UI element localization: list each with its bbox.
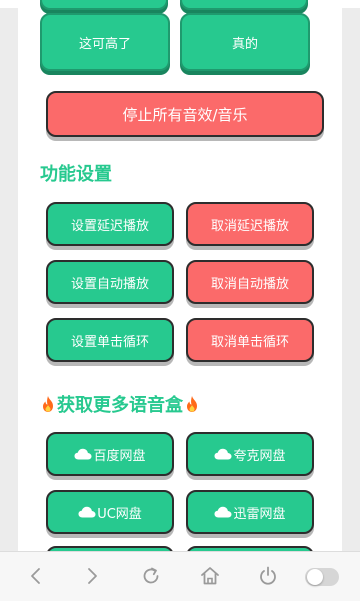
sound-button-zhe-ke-gao-le[interactable]: 这可高了 bbox=[40, 13, 170, 71]
sound-button-label: 这可高了 bbox=[78, 36, 131, 52]
baidu-netdisk-button[interactable]: 百度网盘 bbox=[46, 432, 174, 476]
content-card: 这可高了 真的 停止所有音效/音乐 功能设置 设置延迟播放 取消延迟播放 设置自… bbox=[18, 0, 342, 551]
flame-icon bbox=[43, 396, 53, 412]
sound-button-label: 真的 bbox=[231, 36, 258, 52]
section-title-more-voice-boxes: 获取更多语音盒 bbox=[40, 391, 200, 417]
set-auto-play-button[interactable]: 设置自动播放 bbox=[46, 260, 174, 304]
xunlei-netdisk-button[interactable]: 迅雷网盘 bbox=[186, 490, 314, 534]
forward-icon[interactable] bbox=[80, 564, 104, 588]
cloud-icon bbox=[214, 506, 232, 518]
flame-icon bbox=[187, 396, 197, 412]
stop-all-label: 停止所有音效/音乐 bbox=[122, 105, 248, 124]
cancel-auto-play-button[interactable]: 取消自动播放 bbox=[186, 260, 314, 304]
stop-all-button[interactable]: 停止所有音效/音乐 bbox=[46, 91, 324, 137]
refresh-icon[interactable] bbox=[139, 564, 163, 588]
cloud-icon bbox=[74, 448, 92, 460]
cut-off-button-right[interactable] bbox=[180, 0, 308, 10]
browser-nav-bar bbox=[0, 551, 360, 601]
home-icon[interactable] bbox=[198, 564, 222, 588]
sound-button-zhen-de[interactable]: 真的 bbox=[180, 13, 310, 71]
cloud-icon bbox=[214, 448, 232, 460]
cancel-delay-play-button[interactable]: 取消延迟播放 bbox=[186, 202, 314, 246]
cancel-click-loop-button[interactable]: 取消单击循环 bbox=[186, 318, 314, 362]
set-click-loop-button[interactable]: 设置单击循环 bbox=[46, 318, 174, 362]
set-delay-play-button[interactable]: 设置延迟播放 bbox=[46, 202, 174, 246]
section-title-function-settings: 功能设置 bbox=[40, 164, 112, 185]
uc-netdisk-button[interactable]: UC网盘 bbox=[46, 490, 174, 534]
back-icon[interactable] bbox=[24, 564, 48, 588]
toggle-switch[interactable] bbox=[305, 568, 339, 586]
quark-netdisk-button[interactable]: 夸克网盘 bbox=[186, 432, 314, 476]
cloud-icon bbox=[78, 506, 96, 518]
toggle-knob bbox=[307, 569, 323, 585]
power-icon[interactable] bbox=[256, 564, 280, 588]
cut-off-button-left[interactable] bbox=[40, 0, 168, 10]
